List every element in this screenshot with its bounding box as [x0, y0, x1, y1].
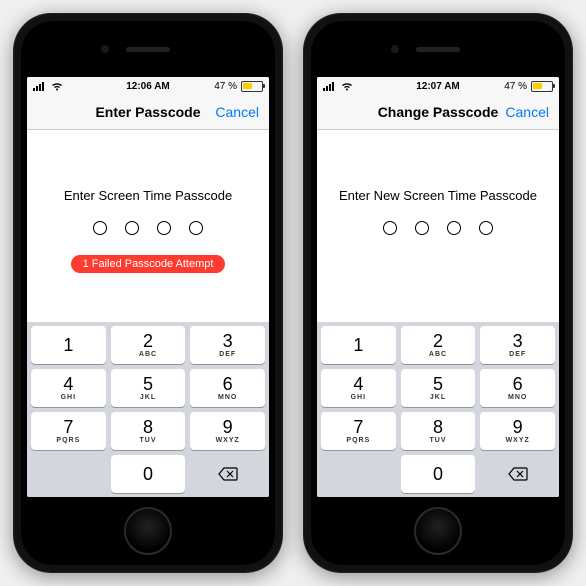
passcode-dot	[125, 221, 139, 235]
cancel-button[interactable]: Cancel	[505, 104, 549, 120]
screen: 12:07 AM 47 % Change Passcode Cancel Ent…	[317, 77, 559, 497]
key-2[interactable]: 2ABC	[111, 326, 186, 364]
key-6[interactable]: 6MNO	[480, 369, 555, 407]
error-badge: 1 Failed Passcode Attempt	[71, 255, 226, 273]
home-button[interactable]	[414, 507, 462, 555]
phone-inner: 12:07 AM 47 % Change Passcode Cancel Ent…	[311, 21, 565, 565]
nav-bar: Change Passcode Cancel	[317, 95, 559, 130]
signal-icon	[33, 82, 47, 91]
key-7[interactable]: 7PQRS	[31, 412, 106, 450]
wifi-icon	[51, 82, 63, 91]
battery-icon	[241, 81, 263, 92]
status-bar: 12:06 AM 47 %	[27, 77, 269, 95]
content-area: Enter New Screen Time Passcode	[317, 130, 559, 322]
passcode-dot	[189, 221, 203, 235]
key-delete[interactable]	[190, 455, 265, 493]
passcode-dot	[479, 221, 493, 235]
key-5[interactable]: 5JKL	[111, 369, 186, 407]
number-keypad: 1 2ABC 3DEF 4GHI 5JKL 6MNO 7PQRS 8TUV 9W…	[317, 322, 559, 497]
key-4[interactable]: 4GHI	[321, 369, 396, 407]
key-0[interactable]: 0	[111, 455, 186, 493]
status-time: 12:07 AM	[416, 81, 460, 92]
key-3[interactable]: 3DEF	[480, 326, 555, 364]
front-camera	[101, 45, 109, 53]
key-7[interactable]: 7PQRS	[321, 412, 396, 450]
key-9[interactable]: 9WXYZ	[190, 412, 265, 450]
home-button[interactable]	[124, 507, 172, 555]
nav-bar: Enter Passcode Cancel	[27, 95, 269, 130]
passcode-dot	[447, 221, 461, 235]
key-blank	[321, 455, 396, 493]
nav-title: Change Passcode	[378, 104, 499, 120]
passcode-dot	[157, 221, 171, 235]
passcode-dot	[415, 221, 429, 235]
screen: 12:06 AM 47 % Enter Passcode Cancel Ente…	[27, 77, 269, 497]
key-5[interactable]: 5JKL	[401, 369, 476, 407]
front-camera	[391, 45, 399, 53]
key-0[interactable]: 0	[401, 455, 476, 493]
prompt-text: Enter Screen Time Passcode	[64, 188, 232, 203]
key-8[interactable]: 8TUV	[401, 412, 476, 450]
speaker-grille	[126, 47, 170, 52]
number-keypad: 1 2ABC 3DEF 4GHI 5JKL 6MNO 7PQRS 8TUV 9W…	[27, 322, 269, 497]
content-area: Enter Screen Time Passcode 1 Failed Pass…	[27, 130, 269, 322]
phone-inner: 12:06 AM 47 % Enter Passcode Cancel Ente…	[21, 21, 275, 565]
phone-frame: 12:06 AM 47 % Enter Passcode Cancel Ente…	[13, 13, 283, 573]
key-2[interactable]: 2ABC	[401, 326, 476, 364]
passcode-dots	[383, 221, 493, 235]
battery-percent: 47 %	[214, 81, 237, 92]
key-4[interactable]: 4GHI	[31, 369, 106, 407]
prompt-text: Enter New Screen Time Passcode	[339, 188, 537, 203]
key-6[interactable]: 6MNO	[190, 369, 265, 407]
bezel-top	[311, 21, 565, 77]
key-1[interactable]: 1	[321, 326, 396, 364]
key-delete[interactable]	[480, 455, 555, 493]
battery-percent: 47 %	[504, 81, 527, 92]
key-blank	[31, 455, 106, 493]
wifi-icon	[341, 82, 353, 91]
bezel-top	[21, 21, 275, 77]
key-3[interactable]: 3DEF	[190, 326, 265, 364]
battery-icon	[531, 81, 553, 92]
cancel-button[interactable]: Cancel	[215, 104, 259, 120]
key-8[interactable]: 8TUV	[111, 412, 186, 450]
key-9[interactable]: 9WXYZ	[480, 412, 555, 450]
key-1[interactable]: 1	[31, 326, 106, 364]
backspace-icon	[218, 467, 238, 481]
phone-frame: 12:07 AM 47 % Change Passcode Cancel Ent…	[303, 13, 573, 573]
speaker-grille	[416, 47, 460, 52]
nav-title: Enter Passcode	[95, 104, 200, 120]
passcode-dot	[383, 221, 397, 235]
signal-icon	[323, 82, 337, 91]
status-time: 12:06 AM	[126, 81, 170, 92]
passcode-dot	[93, 221, 107, 235]
passcode-dots	[93, 221, 203, 235]
status-bar: 12:07 AM 47 %	[317, 77, 559, 95]
backspace-icon	[508, 467, 528, 481]
